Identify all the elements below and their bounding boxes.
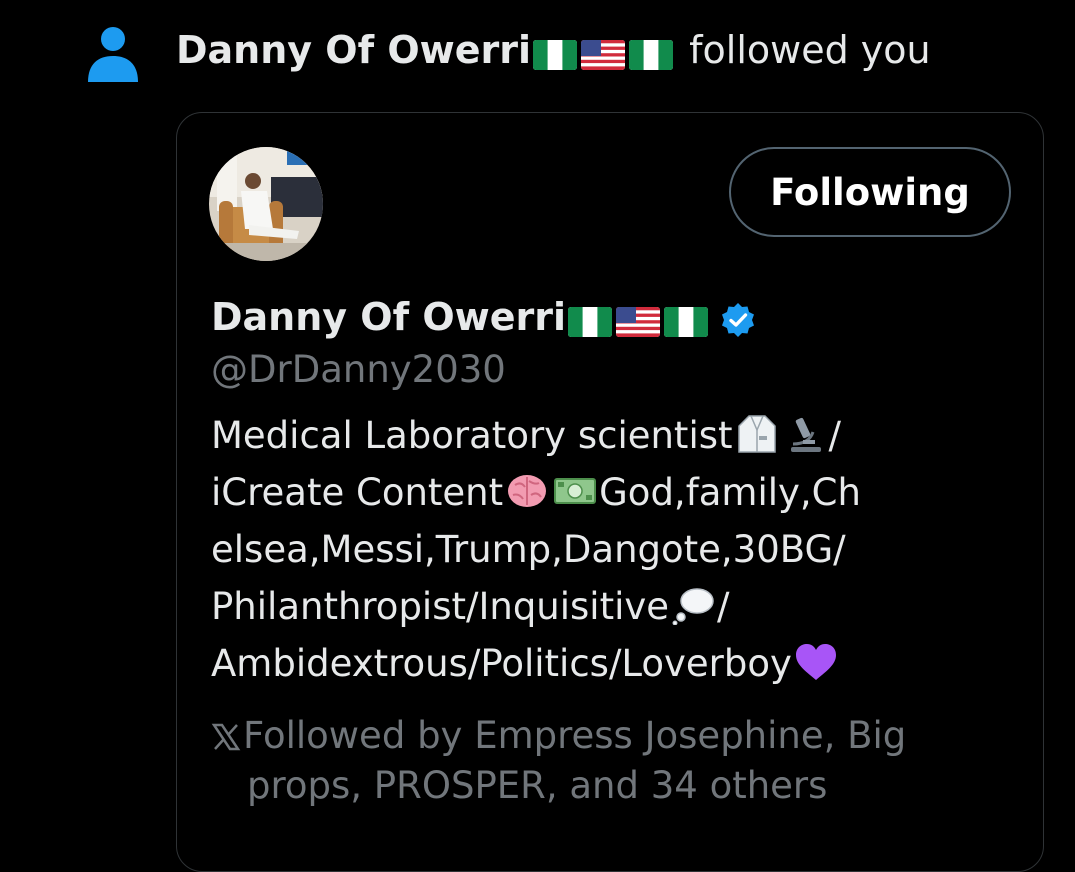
usa-flag-icon <box>581 40 626 70</box>
bio-line: Ambidextrous/Politics/Loverboy <box>211 635 931 692</box>
purple-heart-icon <box>795 644 836 680</box>
lab-coat-icon <box>737 415 776 453</box>
user-card[interactable]: Following Danny Of Owerri @DrDanny2030 M… <box>176 112 1044 872</box>
flag-emojis <box>533 29 677 77</box>
following-button[interactable]: Following <box>729 147 1011 237</box>
bio-line: Philanthropist/Inquisitive / <box>211 585 730 628</box>
microscope-icon <box>790 417 821 452</box>
person-icon <box>88 27 138 82</box>
notification-text: Danny Of Owerri followed you <box>176 26 931 77</box>
flag-emojis <box>568 296 712 344</box>
brain-icon <box>508 475 547 507</box>
bio-line: iCreate Content God,family,Ch <box>211 471 861 514</box>
display-name-text: Danny Of Owerri <box>211 295 567 339</box>
nigeria-flag-icon <box>533 40 578 70</box>
followed-by-line: props, PROSPER, and 34 others <box>247 764 828 807</box>
nigeria-flag-icon <box>629 40 674 70</box>
verified-badge-icon <box>722 302 755 337</box>
bio-line: elsea,Messi,Trump,Dangote,30BG/ <box>211 528 846 571</box>
followed-by-text[interactable]: Followed by Empress Josephine, Big props… <box>211 711 991 811</box>
avatar[interactable] <box>209 147 323 261</box>
notification-action: followed you <box>689 28 931 72</box>
follow-notification[interactable]: Danny Of Owerri followed you Following D… <box>0 0 1075 872</box>
follower-name[interactable]: Danny Of Owerri <box>176 28 531 72</box>
avatar-photo <box>209 147 323 261</box>
profile-display-name[interactable]: Danny Of Owerri <box>211 293 756 344</box>
x-logo-icon <box>211 723 241 751</box>
nigeria-flag-icon <box>664 307 709 337</box>
bio-line: Medical Laboratory scientist / <box>211 414 841 457</box>
usa-flag-icon <box>616 307 661 337</box>
money-icon <box>554 478 597 504</box>
nigeria-flag-icon <box>568 307 613 337</box>
followed-by-line: Followed by Empress Josephine, Big <box>211 711 991 761</box>
profile-handle[interactable]: @DrDanny2030 <box>211 347 506 393</box>
thought-bubble-icon <box>672 588 714 625</box>
profile-bio: Medical Laboratory scientist / iCreate Co… <box>211 407 931 692</box>
